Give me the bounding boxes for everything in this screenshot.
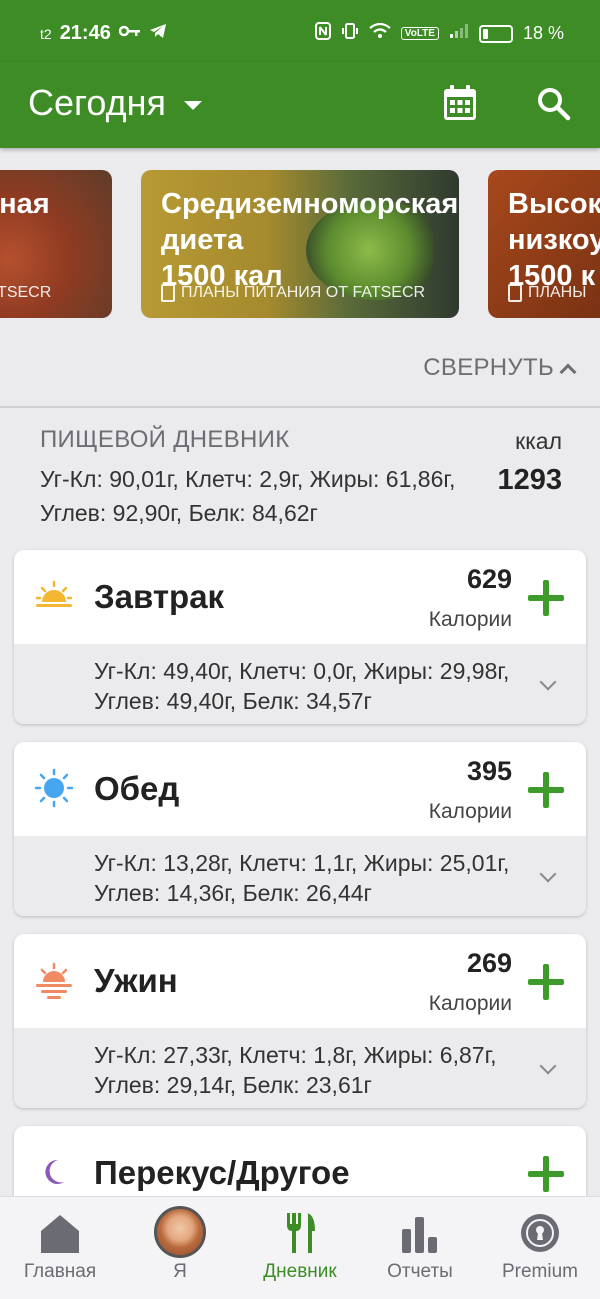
plan-title: ванная [0, 188, 50, 220]
meal-name: Обед [94, 770, 180, 807]
meal-calories-label: Калории [428, 608, 512, 631]
meal-card-breakfast: Завтрак 629 Калории Уг-Кл: 49,40г, Клетч… [14, 550, 586, 724]
collapse-button[interactable]: СВЕРНУТЬ [423, 354, 577, 382]
nfc-icon [314, 22, 331, 45]
meal-calories: 269 [466, 948, 512, 978]
meal-plan-card[interactable]: Средиземноморская диета 1500 кал ПЛАНЫ П… [141, 170, 459, 318]
status-left: t2 21:46 [40, 22, 167, 45]
meal-plan-card[interactable]: Высок низкоу 1500 к ПЛАНЫ [488, 170, 600, 318]
meal-name: Завтрак [94, 578, 225, 615]
plan-title-line: низкоу [508, 224, 600, 256]
meal-card-dinner: Ужин 269 Калории Уг-Кл: 27,33г, Клетч: 1… [14, 934, 586, 1108]
kcal-label: ккал [515, 428, 562, 454]
nav-diary[interactable]: Дневник [240, 1197, 360, 1299]
nav-home[interactable]: Главная [0, 1197, 120, 1299]
plan-title-line: диета [161, 224, 244, 256]
meal-details[interactable]: Уг-Кл: 13,28г, Клетч: 1,1г, Жиры: 25,01г… [14, 836, 586, 916]
meal-nutrition-summary: Уг-Кл: 27,33г, Клетч: 1,8г, Жиры: 6,87г,… [94, 1042, 497, 1098]
nav-label: Главная [23, 1261, 97, 1282]
wifi-icon [369, 22, 391, 44]
plan-source-row: ПЛАНЫ ПИТАНИЯ ОТ FATSECR [161, 284, 425, 302]
nav-label: Отчеты [387, 1261, 453, 1282]
chevron-down-icon[interactable] [539, 673, 557, 691]
sunrise-icon [34, 576, 74, 616]
nav-label: Я [173, 1261, 187, 1282]
meal-calories-label: Калории [428, 992, 512, 1015]
nav-label: Premium [501, 1261, 578, 1282]
plan-source-row: ПЛАНЫ [508, 284, 586, 302]
plan-title: Средиземноморская диета [161, 186, 458, 258]
avatar [154, 1206, 206, 1258]
diary-nutrition-summary: Уг-Кл: 90,01г, Клетч: 2,9г, Жиры: 61,86г… [40, 466, 456, 526]
moon-icon [34, 1152, 74, 1192]
add-food-button[interactable] [528, 772, 564, 808]
bottom-navigation: Главная Я Дневник Отчеты Premium [0, 1196, 600, 1299]
nav-reports[interactable]: Отчеты [360, 1197, 480, 1299]
meal-details[interactable]: Уг-Кл: 27,33г, Клетч: 1,8г, Жиры: 6,87г,… [14, 1028, 586, 1108]
key-icon [118, 24, 141, 43]
collapse-label: СВЕРНУТЬ [423, 354, 554, 381]
search-icon[interactable] [536, 86, 572, 122]
nav-profile[interactable]: Я [120, 1197, 240, 1299]
meal-calories: 629 [466, 564, 512, 594]
book-icon [161, 284, 175, 302]
battery-icon [478, 24, 513, 43]
diary-total-kcal: 1293 [497, 464, 562, 496]
volte-badge: VoLTE [400, 27, 439, 40]
status-bar: t2 21:46 VoLTE 18 % [0, 0, 600, 62]
signal-icon [449, 23, 469, 44]
plan-source: ПЛАНЫ [528, 284, 587, 301]
add-food-button[interactable] [528, 964, 564, 1000]
plan-title-line: Высок [508, 188, 600, 220]
meal-calories: 395 [466, 756, 512, 786]
chevron-up-icon [559, 363, 577, 381]
date-selector[interactable]: Сегодня [28, 82, 202, 124]
meal-nutrition-summary: Уг-Кл: 13,28г, Клетч: 1,1г, Жиры: 25,01г… [94, 850, 510, 906]
meal-header[interactable]: Обед 395 Калории [14, 742, 586, 836]
home-icon [39, 1209, 81, 1257]
meal-plans-carousel[interactable]: ванная Н ОТ FATSECR Средиземноморская ди… [0, 170, 600, 320]
premium-badge-icon [519, 1209, 561, 1257]
sunset-icon [34, 960, 74, 1000]
nav-label: Дневник [263, 1261, 337, 1282]
divider [0, 406, 600, 408]
meal-details[interactable]: Уг-Кл: 49,40г, Клетч: 0,0г, Жиры: 29,98г… [14, 644, 586, 724]
bar-chart-icon [399, 1209, 441, 1257]
meal-card-lunch: Обед 395 Калории Уг-Кл: 13,28г, Клетч: 1… [14, 742, 586, 916]
chevron-down-icon[interactable] [539, 865, 557, 883]
app-bar: Сегодня [0, 62, 600, 148]
battery-level [482, 28, 488, 39]
add-food-button[interactable] [528, 1156, 564, 1192]
fork-knife-icon [279, 1209, 321, 1257]
calendar-icon[interactable] [442, 84, 478, 122]
meal-name: Ужин [94, 962, 178, 999]
book-icon [508, 284, 522, 302]
meal-header[interactable]: Ужин 269 Калории [14, 934, 586, 1028]
page-title: Сегодня [28, 82, 166, 123]
vibrate-icon [341, 22, 359, 45]
meal-name: Перекус/Другое [94, 1154, 350, 1191]
plan-source: Н ОТ FATSECR [0, 284, 52, 301]
chevron-down-icon[interactable] [539, 1057, 557, 1075]
nav-premium[interactable]: Premium [480, 1197, 600, 1299]
plan-source: ПЛАНЫ ПИТАНИЯ ОТ FATSECR [181, 284, 426, 301]
meal-header[interactable]: Завтрак 629 Калории [14, 550, 586, 644]
plan-title-line: Средиземноморская [161, 188, 459, 220]
status-right: VoLTE 18 % [314, 22, 564, 45]
meal-plan-card[interactable]: ванная Н ОТ FATSECR [0, 170, 112, 318]
plan-title: Высок низкоу [508, 186, 600, 258]
meal-calories-label: Калории [428, 800, 512, 823]
clock: 21:46 [59, 22, 111, 44]
dropdown-caret-icon [183, 100, 202, 110]
carrier-label: t2 [40, 25, 52, 42]
add-food-button[interactable] [528, 580, 564, 616]
battery-percent: 18 % [522, 23, 564, 43]
diary-heading: ПИЩЕВОЙ ДНЕВНИК [40, 426, 290, 453]
telegram-icon [149, 23, 167, 44]
meal-nutrition-summary: Уг-Кл: 49,40г, Клетч: 0,0г, Жиры: 29,98г… [94, 658, 510, 714]
sun-icon [34, 768, 74, 808]
